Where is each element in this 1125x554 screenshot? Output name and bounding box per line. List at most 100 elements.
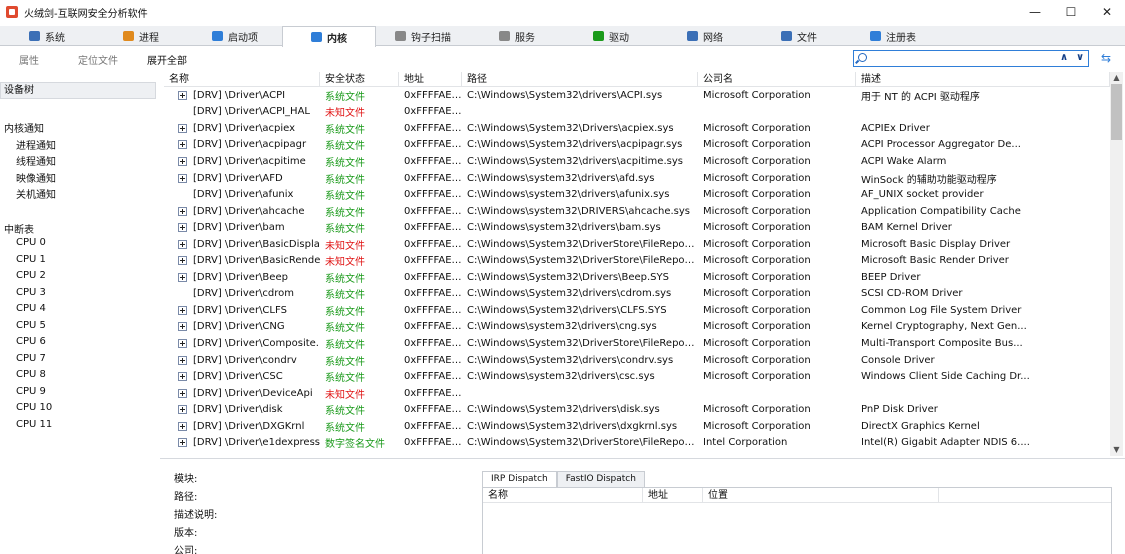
table-row[interactable]: [DRV] \Driver\Beep 系统文件 0xFFFFAE05... C:\Wi… [164,269,1110,286]
path: C:\Windows\System32\drivers\CLFS.SYS [467,304,667,316]
sidebar-item[interactable]: CPU 10 [16,402,52,413]
sidebar-item[interactable]: 映像通知 [16,170,56,185]
sidebar-item[interactable]: 进程通知 [16,137,56,152]
tab-startup[interactable]: 启动项 [188,26,282,46]
table-row[interactable]: [DRV] \Driver\acpipagr 系统文件 0xFFFFAE05... C… [164,137,1110,154]
table-row[interactable]: [DRV] \Driver\CSC 系统文件 0xFFFFAE05... C:\Win… [164,368,1110,385]
expand-icon[interactable] [178,338,187,348]
expand-icon[interactable] [178,388,187,398]
sidebar-item[interactable]: CPU 2 [16,270,46,281]
find-next-button[interactable]: ∨ [1076,52,1084,63]
device-tree-header[interactable]: 设备树 [0,82,156,99]
sidebar-section-title[interactable]: 中断表 [4,221,34,236]
expand-icon[interactable] [178,305,187,315]
sidebar-item[interactable]: CPU 8 [16,369,46,380]
tab-irp-dispatch[interactable]: IRP Dispatch [482,471,557,487]
irp-col-name[interactable]: 名称 [483,488,643,502]
table-row[interactable]: [DRV] \Driver\ahcache 系统文件 0xFFFFAE05... C:… [164,203,1110,220]
expand-icon[interactable] [178,206,187,216]
sidebar-item[interactable]: 关机通知 [16,186,56,201]
table-row[interactable]: [DRV] \Driver\acpitime 系统文件 0xFFFFAE05... C… [164,153,1110,170]
expand-icon[interactable] [178,239,187,249]
tab-registry[interactable]: 注册表 [846,26,940,46]
table-row[interactable]: [DRV] \Driver\condrv 系统文件 0xFFFFAE05... C:\… [164,352,1110,369]
address: 0xFFFFAE05... [404,404,462,416]
tab-fastio-dispatch[interactable]: FastIO Dispatch [556,471,645,487]
table-row[interactable]: [DRV] \Driver\BasicRender 未知文件 0xFFFFAE05.… [164,252,1110,269]
sidebar-item[interactable]: CPU 11 [16,419,52,430]
search-input[interactable] [872,51,1052,66]
irp-col-address[interactable]: 地址 [643,488,703,502]
col-address[interactable]: 地址 [399,72,462,86]
table-row[interactable]: [DRV] \Driver\DeviceApi 未知文件 0xFFFFAE05... [164,385,1110,402]
col-status[interactable]: 安全状态 [320,72,399,86]
close-button[interactable]: ✕ [1089,0,1125,24]
table-row[interactable]: [DRV] \Driver\DXGKrnl 系统文件 0xFFFFAE05... C:… [164,418,1110,435]
vertical-scrollbar[interactable]: ▲ ▼ [1110,72,1123,456]
col-description[interactable]: 描述 [856,72,1110,86]
expand-icon[interactable] [178,223,187,233]
tab-network[interactable]: 网络 [658,26,752,46]
expand-icon[interactable] [178,322,187,332]
tab-kernel[interactable]: 内核 [282,26,376,47]
minimize-button[interactable]: — [1017,0,1053,24]
scroll-thumb[interactable] [1111,84,1122,140]
table-row[interactable]: [DRV] \Driver\disk 系统文件 0xFFFFAE05... C:\Wi… [164,401,1110,418]
table-row[interactable]: [DRV] \Driver\CNG 系统文件 0xFFFFAE05... C:\Win… [164,319,1110,336]
properties-button[interactable]: 属性 [0,52,58,67]
locate-file-button[interactable]: 定位文件 [58,52,138,67]
search-box[interactable]: ∧ ∨ [853,50,1089,67]
expand-icon[interactable] [178,90,187,100]
expand-icon[interactable] [178,355,187,365]
table-row[interactable]: [DRV] \Driver\cdrom 系统文件 0xFFFFAE05... C:\W… [164,286,1110,303]
expand-all-button[interactable]: 展开全部 [138,52,196,67]
expand-icon[interactable] [178,438,187,448]
expand-icon[interactable] [178,405,187,415]
table-row[interactable]: [DRV] \Driver\bam 系统文件 0xFFFFAE05... C:\Win… [164,219,1110,236]
sidebar-item[interactable]: 线程通知 [16,153,56,168]
table-row[interactable]: [DRV] \Driver\ACPI 系统文件 0xFFFFAE05... C:\Wi… [164,87,1110,104]
irp-col-location[interactable]: 位置 [703,488,939,502]
col-name[interactable]: 名称 [164,72,320,86]
sidebar-item[interactable]: CPU 3 [16,287,46,298]
sidebar-item[interactable]: CPU 7 [16,353,46,364]
sidebar-item[interactable]: CPU 6 [16,336,46,347]
refresh-icon[interactable]: ⇆ [1099,51,1113,65]
tab-driver[interactable]: 驱动 [564,26,658,46]
sidebar-item[interactable]: CPU 4 [16,303,46,314]
table-row[interactable]: [DRV] \Driver\ACPI_HAL 未知文件 0xFFFFAE05... [164,104,1110,121]
tab-system[interactable]: 系统 [0,26,94,46]
expand-icon[interactable] [178,173,187,183]
tab-service[interactable]: 服务 [470,26,564,46]
expand-icon[interactable] [178,256,187,266]
table-row[interactable]: [DRV] \Driver\AFD 系统文件 0xFFFFAE05... C:\Win… [164,170,1110,187]
expand-icon[interactable] [178,140,187,150]
tab-process[interactable]: 进程 [94,26,188,46]
table-row[interactable]: [DRV] \Driver\Composite... 系统文件 0xFFFFAE05… [164,335,1110,352]
tab-file[interactable]: 文件 [752,26,846,46]
security-status: 系统文件 [325,174,365,186]
col-path[interactable]: 路径 [462,72,698,86]
scroll-up-icon[interactable]: ▲ [1110,72,1123,84]
tab-hook[interactable]: 钩子扫描 [376,26,470,46]
table-row[interactable]: [DRV] \Driver\afunix 系统文件 0xFFFFAE05... C:\… [164,186,1110,203]
table-row[interactable]: [DRV] \Driver\acpiex 系统文件 0xFFFFAE05... C:\… [164,120,1110,137]
sidebar-item[interactable]: CPU 0 [16,237,46,248]
find-previous-button[interactable]: ∧ [1060,52,1068,63]
scroll-down-icon[interactable]: ▼ [1110,444,1123,456]
sidebar-item[interactable]: CPU 9 [16,386,46,397]
expand-icon[interactable] [178,421,187,431]
table-row[interactable]: [DRV] \Driver\BasicDisplay 未知文件 0xFFFFAE05… [164,236,1110,253]
col-company[interactable]: 公司名 [698,72,856,86]
sidebar-section-title[interactable]: 内核通知 [4,120,44,135]
expand-icon[interactable] [178,156,187,166]
sidebar-item[interactable]: CPU 5 [16,320,46,331]
table-row[interactable]: [DRV] \Driver\CLFS 系统文件 0xFFFFAE05... C:\Wi… [164,302,1110,319]
expand-icon[interactable] [178,123,187,133]
table-row[interactable]: [DRV] \Driver\e1dexpress 数字签名文件 0xFFFFAE05… [164,434,1110,451]
expand-icon[interactable] [178,272,187,282]
maximize-button[interactable]: ☐ [1053,0,1089,24]
sidebar-item[interactable]: CPU 1 [16,254,46,265]
driver-name: [DRV] \Driver\AFD [193,172,283,184]
expand-icon[interactable] [178,372,187,382]
